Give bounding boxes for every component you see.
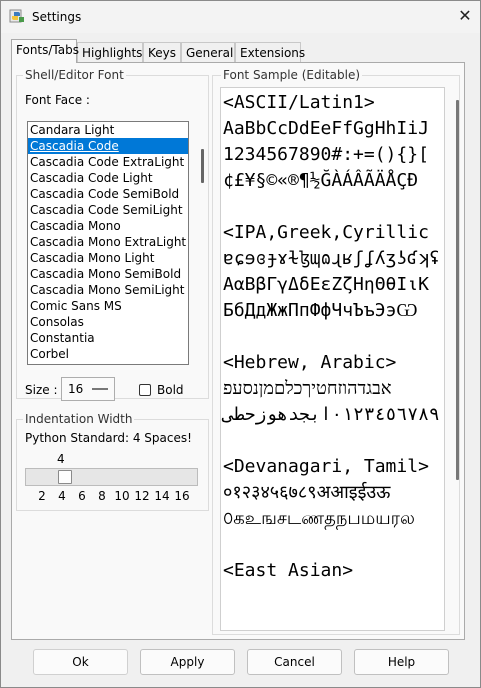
- slider-tick-label: 16: [174, 489, 190, 503]
- sample-line: <Devanagari, Tamil>: [223, 456, 429, 477]
- indentation-description: Python Standard: 4 Spaces!: [25, 431, 192, 445]
- tab-keys[interactable]: Keys: [143, 42, 181, 62]
- sample-line: ɐɕɘɞɟɤɫɮɰɷɻʁʃʆʎʒʖʛʞʢ: [223, 248, 440, 269]
- font-list-scrollbar[interactable]: [201, 149, 204, 183]
- fonts-tabs-panel: Shell/Editor Font Font Face : Candara Li…: [11, 62, 465, 640]
- window-title: Settings: [32, 10, 82, 24]
- slider-tick-label: 14: [154, 489, 170, 503]
- sample-line: AaBbCcDdEeFfGgHhIiJ: [223, 118, 429, 139]
- slider-tick-label: 2: [38, 489, 46, 503]
- tab-fonts-tabs[interactable]: Fonts/Tabs: [11, 39, 79, 63]
- font-list-item[interactable]: Cascadia Mono ExtraLight: [28, 234, 188, 250]
- font-list-item[interactable]: Cascadia Code SemiBold: [28, 186, 188, 202]
- idle-app-icon: [9, 9, 24, 23]
- shell-font-group: Shell/Editor Font Font Face : Candara Li…: [16, 68, 209, 401]
- sample-line: ௦கஉஙசடணதநபமயரல: [223, 508, 415, 529]
- slider-tick-label: 4: [58, 489, 66, 503]
- sample-line: <IPA,Greek,Cyrillic: [223, 222, 429, 243]
- sample-line: ०१२३४५६७८९अआइईउऊ: [223, 482, 391, 503]
- indentation-value: 4: [57, 452, 65, 466]
- cancel-button[interactable]: Cancel: [247, 649, 342, 675]
- font-list-item[interactable]: Candara Light: [28, 122, 188, 138]
- font-list-item[interactable]: Cascadia Mono: [28, 218, 188, 234]
- sample-line: <ASCII/Latin1>: [223, 92, 375, 113]
- slider-tick-label: 12: [134, 489, 150, 503]
- dropdown-indicator-icon: [92, 388, 108, 390]
- font-list-item[interactable]: Cascadia Mono SemiBold: [28, 266, 188, 282]
- sample-line: ΑαΒβΓγΔδΕεΖζΗηΘθΙιΚ: [223, 274, 429, 295]
- font-list-item[interactable]: Cascadia Code Light: [28, 170, 188, 186]
- font-face-listbox[interactable]: Candara Light Cascadia Code Cascadia Cod…: [27, 121, 189, 365]
- font-list-item[interactable]: Comic Sans MS: [28, 298, 188, 314]
- font-list-item[interactable]: Cascadia Code SemiLight: [28, 202, 188, 218]
- sample-line: אבגדהוזחטיךכלםמןנסעפ: [223, 378, 392, 399]
- font-size-dropdown[interactable]: 16: [61, 377, 115, 401]
- close-button[interactable]: ✕: [451, 4, 479, 28]
- tab-highlights[interactable]: Highlights: [77, 42, 143, 62]
- sample-line: ¢£¥§©«®¶½ĞÀÁÂÃÄÅÇÐ: [223, 170, 419, 191]
- shell-font-group-label: Shell/Editor Font: [23, 68, 126, 82]
- font-sample-group-label: Font Sample (Editable): [221, 68, 363, 82]
- sample-line: 1234567890#:+=(){}[: [223, 144, 429, 165]
- slider-tick-label: 8: [98, 489, 106, 503]
- font-list-item[interactable]: Constantia: [28, 330, 188, 346]
- font-list-item-selected[interactable]: Cascadia Code: [28, 138, 188, 154]
- indentation-slider-thumb[interactable]: [58, 470, 72, 484]
- font-list-item[interactable]: Corbel: [28, 346, 188, 362]
- sample-line: <Hebrew, Arabic>: [223, 352, 397, 373]
- font-sample-scrollbar[interactable]: [456, 100, 459, 480]
- font-list-item[interactable]: Cascadia Mono SemiLight: [28, 282, 188, 298]
- font-size-value: 16: [68, 382, 84, 396]
- indentation-group-label: Indentation Width: [23, 412, 135, 426]
- font-list-item[interactable]: Cascadia Mono Light: [28, 250, 188, 266]
- font-sample-text[interactable]: <ASCII/Latin1> AaBbCcDdEeFfGgHhIiJ 12345…: [220, 87, 445, 631]
- title-bar: Settings ✕: [1, 1, 480, 33]
- slider-tick-label: 10: [114, 489, 130, 503]
- tab-extensions[interactable]: Extensions: [235, 42, 305, 62]
- sample-line: БбДдЖжПпФфЧчЪъЭэѠ: [223, 300, 418, 321]
- bold-checkbox[interactable]: [139, 384, 151, 396]
- bold-label: Bold: [157, 383, 184, 397]
- help-button[interactable]: Help: [354, 649, 449, 675]
- sample-line: <East Asian>: [223, 560, 354, 581]
- font-face-label: Font Face :: [25, 93, 90, 107]
- size-label: Size :: [25, 383, 58, 397]
- ok-button[interactable]: Ok: [33, 649, 128, 675]
- sample-line: ٠١٢٣٤٥٦٧٨٩ابجدهوزحطى: [223, 404, 440, 425]
- settings-window: Settings ✕ Fonts/Tabs Highlights Keys Ge…: [0, 0, 481, 688]
- tab-general[interactable]: General: [181, 42, 235, 62]
- slider-tick-label: 6: [78, 489, 86, 503]
- indentation-slider[interactable]: [25, 468, 198, 486]
- apply-button[interactable]: Apply: [140, 649, 235, 675]
- font-list-item[interactable]: Consolas: [28, 314, 188, 330]
- font-list-item[interactable]: Cascadia Code ExtraLight: [28, 154, 188, 170]
